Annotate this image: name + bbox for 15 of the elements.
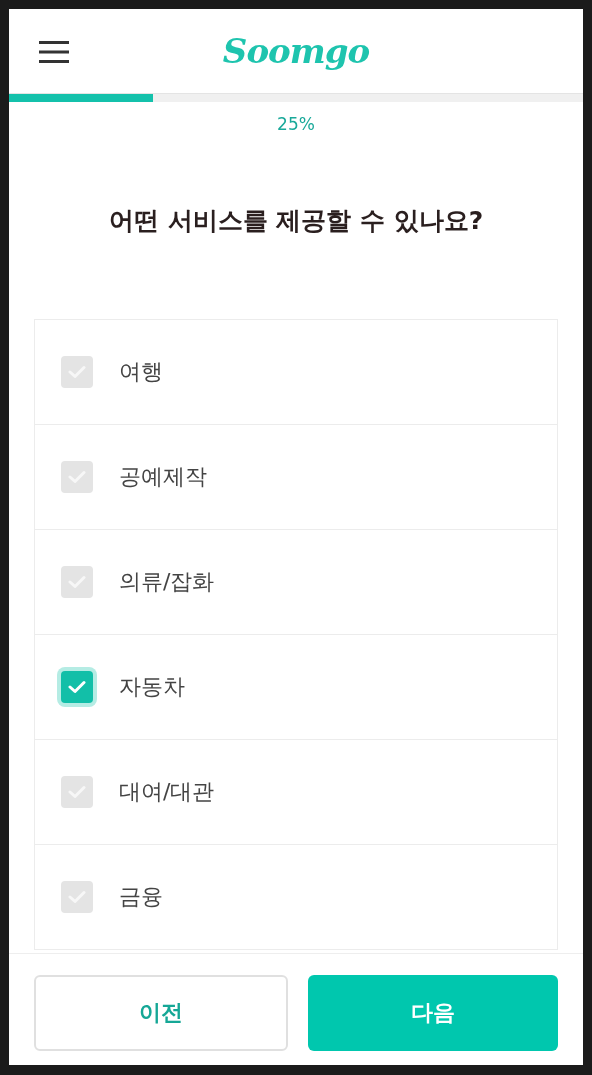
option-label[interactable]: 금융 xyxy=(119,882,163,912)
option-label[interactable]: 공예제작 xyxy=(119,462,207,492)
menu-icon[interactable] xyxy=(39,40,69,64)
check-icon xyxy=(68,680,86,694)
option-label[interactable]: 자동차 xyxy=(119,672,185,702)
checkbox[interactable] xyxy=(61,566,93,598)
checkbox[interactable] xyxy=(61,356,93,388)
checkbox[interactable] xyxy=(61,881,93,913)
checkbox[interactable] xyxy=(61,776,93,808)
question-title: 어떤 서비스를 제공할 수 있나요? xyxy=(108,205,484,237)
progress-label: 25% xyxy=(277,114,315,134)
option-label[interactable]: 의류/잡화 xyxy=(119,567,215,597)
option-label[interactable]: 대여/대관 xyxy=(119,777,215,807)
checkbox[interactable] xyxy=(61,461,93,493)
option-label[interactable]: 여행 xyxy=(119,357,163,387)
